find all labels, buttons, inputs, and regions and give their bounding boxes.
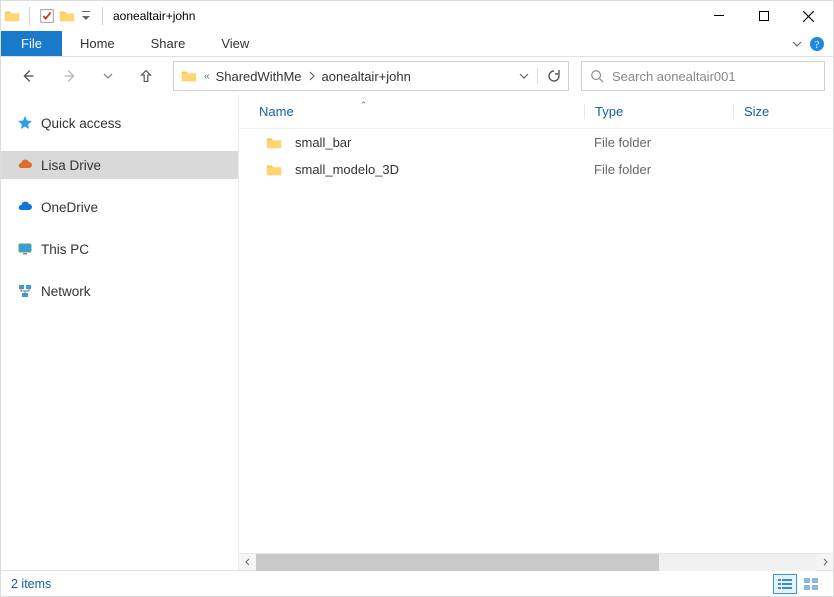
details-view-button[interactable] [773,574,797,594]
forward-button[interactable] [55,63,85,89]
minimize-button[interactable] [696,2,741,31]
main-panel: Name ⌃ Type Size small_bar File folder [239,95,833,570]
refresh-button[interactable] [537,68,562,84]
tab-share[interactable]: Share [133,31,204,56]
window-controls [696,2,831,31]
icons-view-button[interactable] [799,574,823,594]
sidebar: Quick access Lisa Drive OneDrive This PC [1,95,239,570]
breadcrumb-segment[interactable]: aonealtair+john [322,69,411,84]
sidebar-item-network[interactable]: Network [1,277,238,305]
qat-folder-icon[interactable] [58,7,76,25]
nav-row: « SharedWithMe aonealtair+john [1,57,833,95]
help-icon[interactable]: ? [809,36,825,52]
address-dropdown-icon[interactable] [519,71,529,81]
qat-dropdown-icon[interactable] [78,9,94,23]
divider [29,7,30,25]
scroll-thumb[interactable] [256,554,659,571]
monitor-icon [17,241,33,257]
file-type: File folder [584,162,733,177]
cloud-icon [17,199,33,215]
column-name[interactable]: Name ⌃ [259,104,584,119]
folder-icon [265,134,283,152]
sidebar-item-label: Lisa Drive [41,158,101,173]
ribbon: File Home Share View ? [1,31,833,57]
sidebar-item-onedrive[interactable]: OneDrive [1,193,238,221]
column-label: Type [595,104,623,119]
folder-icon [180,67,198,85]
folder-icon [265,161,283,179]
breadcrumb-label: aonealtair+john [322,69,411,84]
status-bar: 2 items [1,570,833,596]
search-box[interactable] [581,61,825,91]
breadcrumb-label: SharedWithMe [216,69,302,84]
close-button[interactable] [786,2,831,31]
window-title: aonealtair+john [113,9,195,23]
sidebar-item-label: Network [41,284,91,299]
folder-icon [3,7,21,25]
address-bar[interactable]: « SharedWithMe aonealtair+john [173,61,569,91]
scroll-right-button[interactable] [816,554,833,571]
chevron-left-icon[interactable]: « [204,71,210,82]
back-button[interactable] [13,63,43,89]
chevron-right-icon[interactable] [308,71,316,81]
up-button[interactable] [131,63,161,89]
scroll-left-button[interactable] [239,554,256,571]
sidebar-item-label: This PC [41,242,89,257]
search-input[interactable] [612,69,816,84]
file-name: small_bar [295,135,351,150]
divider [102,7,103,25]
column-label: Size [744,104,769,119]
tab-view[interactable]: View [203,31,267,56]
breadcrumb-segment[interactable]: SharedWithMe [216,69,302,84]
search-icon [590,69,604,83]
scroll-track[interactable] [256,554,816,571]
network-icon [17,283,33,299]
table-row[interactable]: small_bar File folder [239,129,833,156]
column-size[interactable]: Size [733,104,823,119]
recent-locations-dropdown[interactable] [97,67,119,85]
file-name: small_modelo_3D [295,162,399,177]
file-tab[interactable]: File [1,31,62,56]
sidebar-item-lisa-drive[interactable]: Lisa Drive [1,151,238,179]
sidebar-item-label: OneDrive [41,200,98,215]
file-list: small_bar File folder small_modelo_3D Fi… [239,129,833,553]
ribbon-expand-icon[interactable] [791,38,803,50]
maximize-button[interactable] [741,2,786,31]
tab-home[interactable]: Home [62,31,133,56]
column-type[interactable]: Type [584,104,733,119]
sidebar-item-label: Quick access [41,116,121,131]
svg-text:?: ? [815,39,820,51]
table-row[interactable]: small_modelo_3D File folder [239,156,833,183]
sidebar-item-quick-access[interactable]: Quick access [1,109,238,137]
column-label: Name [259,104,294,119]
star-icon [17,115,33,131]
file-type: File folder [584,135,733,150]
column-headers: Name ⌃ Type Size [239,95,833,129]
cloud-icon [17,157,33,173]
sidebar-item-this-pc[interactable]: This PC [1,235,238,263]
horizontal-scrollbar[interactable] [239,553,833,570]
qat-checkbox-icon[interactable] [38,7,56,25]
titlebar: aonealtair+john [1,1,833,31]
item-count: 2 items [11,577,51,591]
